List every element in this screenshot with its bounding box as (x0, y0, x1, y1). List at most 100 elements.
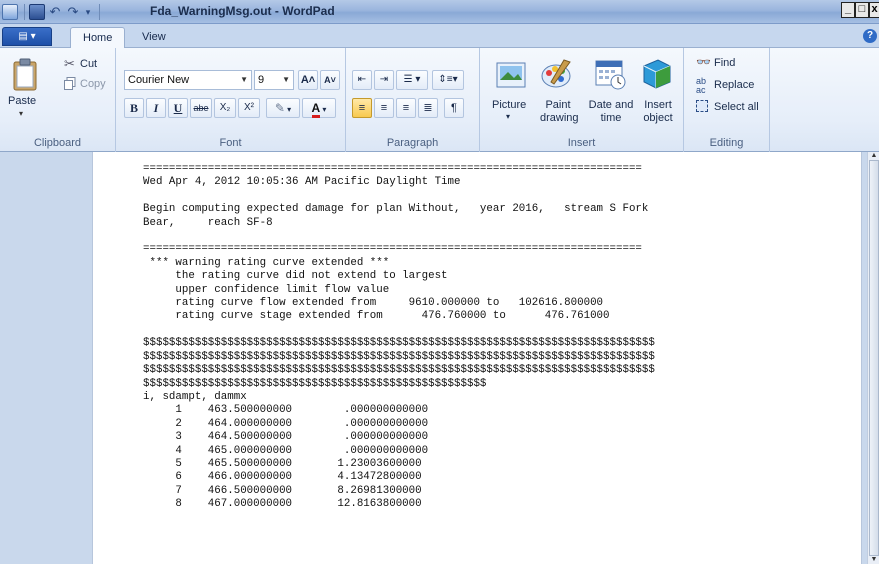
select-all-button[interactable]: Select all (714, 101, 759, 113)
bullet-list-icon[interactable]: ☰ ▾ (396, 70, 428, 90)
scroll-up-icon[interactable]: ▲ (868, 152, 879, 160)
copy-button[interactable]: Copy (80, 78, 106, 90)
document-line: 1 463.500000000 .000000000000 (143, 404, 429, 417)
undo-icon[interactable]: ↶ (47, 4, 63, 20)
document-line: rating curve stage extended from 476.760… (143, 310, 610, 323)
shrink-font-button[interactable]: A˅ (320, 70, 340, 90)
ribbon-tabs: ▤ ▾ Home View ? (0, 24, 879, 48)
minimize-button[interactable]: _ (841, 2, 855, 18)
strikethrough-button[interactable]: abe (190, 98, 212, 118)
replace-button[interactable]: Replace (714, 79, 754, 91)
insert-group: Picture ▾ Paint drawing Date and time In… (480, 48, 684, 152)
bold-button[interactable]: B (124, 98, 144, 118)
highlighter-icon: ✎ (274, 101, 285, 115)
document-area: ========================================… (0, 152, 879, 564)
document-page[interactable]: ========================================… (92, 152, 862, 564)
scissors-icon[interactable]: ✂ (64, 56, 75, 72)
toolbar-separator (99, 4, 100, 20)
help-icon[interactable]: ? (863, 29, 877, 43)
document-line: rating curve flow extended from 9610.000… (143, 297, 604, 310)
customize-toolbar-icon[interactable]: ▾ (83, 4, 93, 20)
wordpad-app-icon[interactable] (2, 4, 18, 20)
font-size-select[interactable]: 9 ▼ (254, 70, 294, 90)
editing-group: 👓 Find ab ac Replace Select all Editing (684, 48, 770, 152)
paint-drawing-icon[interactable] (540, 58, 572, 90)
chevron-down-icon: ▼ (240, 75, 248, 84)
font-group-label: Font (219, 137, 242, 149)
align-center-icon[interactable]: ≡ (374, 98, 394, 118)
subscript-button[interactable]: X₂ (214, 98, 236, 118)
document-line: 4 465.000000000 .000000000000 (143, 444, 429, 457)
redo-icon[interactable]: ↷ (65, 4, 81, 20)
quick-access-toolbar: ↶ ↷ ▾ (2, 2, 104, 22)
document-line: Wed Apr 4, 2012 10:05:36 AM Pacific Dayl… (143, 176, 461, 189)
window-controls: _ □ x (841, 2, 879, 18)
document-line: ========================================… (143, 163, 642, 175)
font-group: Courier New ▼ 9 ▼ A˄ A˅ B I U abe X₂ X² ✎ … (116, 48, 346, 152)
chevron-down-icon: ▼ (282, 75, 290, 84)
document-line: upper confidence limit flow value (143, 283, 390, 296)
scrollbar-thumb[interactable] (869, 160, 879, 556)
ribbon: Paste ▾ ✂ Cut Copy Clipboard Courier New… (0, 48, 879, 152)
increase-indent-icon[interactable]: ⇥ (374, 70, 394, 90)
cut-button[interactable]: Cut (80, 58, 97, 70)
font-size-value: 9 (258, 74, 265, 86)
decrease-indent-icon[interactable]: ⇤ (352, 70, 372, 90)
line-spacing-icon[interactable]: ⇕≡▾ (432, 70, 464, 90)
document-line: ========================================… (143, 243, 642, 256)
highlight-color-button[interactable]: ✎ ▾ (266, 98, 300, 118)
app-menu-button[interactable]: ▤ ▾ (2, 27, 52, 46)
date-time-button[interactable]: Date and time (586, 99, 636, 125)
font-family-select[interactable]: Courier New ▼ (124, 70, 252, 90)
align-right-icon[interactable]: ≡ (396, 98, 416, 118)
font-family-value: Courier New (128, 74, 190, 86)
tab-home[interactable]: Home (70, 27, 126, 48)
binoculars-icon: 👓 (696, 55, 711, 69)
picture-icon[interactable] (496, 60, 526, 90)
paint-drawing-button[interactable]: Paint drawing (540, 99, 579, 125)
justify-icon[interactable]: ≣ (418, 98, 438, 118)
vertical-scrollbar[interactable]: ▲ ▼ (867, 152, 879, 564)
picture-button[interactable]: Picture (492, 99, 526, 111)
underline-button[interactable]: U (168, 98, 188, 118)
document-line: 5 465.500000000 1.23003600000 (143, 457, 422, 470)
picture-dropdown-icon[interactable]: ▾ (506, 112, 510, 121)
grow-font-button[interactable]: A˄ (298, 70, 318, 90)
document-text[interactable]: ========================================… (143, 163, 655, 512)
title-bar: ↶ ↷ ▾ Fda_WarningMsg.out - WordPad _ □ x (0, 0, 879, 24)
paste-button[interactable]: Paste (8, 95, 36, 107)
insert-group-label: Insert (567, 137, 596, 149)
italic-button[interactable]: I (146, 98, 166, 118)
insert-object-button[interactable]: Insert object (638, 99, 678, 125)
text-color-button[interactable]: A ▾ (302, 98, 336, 118)
maximize-button[interactable]: □ (855, 2, 869, 18)
text-color-icon: A (311, 101, 321, 118)
document-line: Begin computing expected damage for plan… (143, 203, 649, 216)
paragraph-settings-icon[interactable]: ¶ (444, 98, 464, 118)
document-line: $$$$$$$$$$$$$$$$$$$$$$$$$$$$$$$$$$$$$$$$… (143, 377, 487, 390)
document-line: 6 466.000000000 4.13472800000 (143, 471, 422, 484)
save-icon[interactable] (29, 4, 45, 20)
document-line: $$$$$$$$$$$$$$$$$$$$$$$$$$$$$$$$$$$$$$$$… (143, 337, 655, 350)
window-title: Fda_WarningMsg.out - WordPad (150, 4, 335, 18)
find-button[interactable]: Find (714, 57, 735, 69)
date-time-icon[interactable] (594, 58, 626, 90)
paste-icon[interactable] (12, 57, 38, 91)
insert-object-icon[interactable] (640, 58, 672, 90)
paragraph-group: ⇤ ⇥ ☰ ▾ ⇕≡▾ ≡ ≡ ≡ ≣ ¶ Paragraph (346, 48, 480, 152)
paste-dropdown-icon[interactable]: ▾ (19, 109, 23, 118)
document-line: $$$$$$$$$$$$$$$$$$$$$$$$$$$$$$$$$$$$$$$$… (143, 350, 655, 363)
scroll-down-icon[interactable]: ▼ (868, 556, 879, 564)
select-all-icon (696, 100, 708, 112)
close-button[interactable]: x (869, 2, 879, 18)
superscript-button[interactable]: X² (238, 98, 260, 118)
align-left-icon[interactable]: ≡ (352, 98, 372, 118)
copy-icon[interactable] (64, 77, 76, 90)
tab-view[interactable]: View (130, 27, 178, 48)
document-line: Bear, reach SF-8 (143, 216, 273, 229)
document-line: *** warning rating curve extended *** (143, 256, 390, 269)
document-line: $$$$$$$$$$$$$$$$$$$$$$$$$$$$$$$$$$$$$$$$… (143, 364, 655, 377)
replace-icon: ab ac (696, 76, 707, 95)
